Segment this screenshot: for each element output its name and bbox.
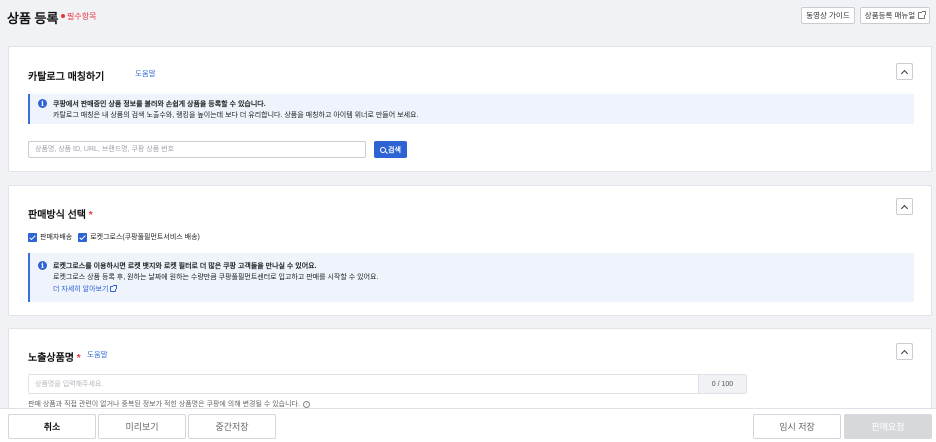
display-name-field: 0 / 100: [28, 374, 747, 394]
page-header: 상품 등록 필수항목 동영상 가이드 상품등록 매뉴얼: [0, 0, 936, 32]
chevron-up-icon: [900, 69, 909, 77]
info-headline: 쿠팡에서 판매중인 상품 정보를 불러와 손쉽게 상품을 등록할 수 있습니다.: [53, 101, 266, 108]
option-rocket-growth[interactable]: 로켓그로스(쿠팡풀필먼트서비스 배송): [78, 232, 200, 242]
learn-more-link[interactable]: 더 자세히 알아보기: [53, 284, 118, 294]
cancel-button[interactable]: 취소: [8, 414, 96, 439]
manual-button[interactable]: 상품등록 매뉴얼: [860, 7, 930, 24]
section-title: 판매방식 선택 *: [28, 210, 93, 221]
required-mark: *: [76, 353, 81, 364]
info-text: 카탈로그 매칭은 내 상품의 검색 노출수와, 랭킹을 높이는데 보다 더 유리…: [53, 112, 419, 119]
info-box: i 쿠팡에서 판매중인 상품 정보를 불러와 손쉽게 상품을 등록할 수 있습니…: [28, 94, 914, 124]
temp-save-button[interactable]: 임시 저장: [753, 414, 841, 439]
collapse-button[interactable]: [896, 343, 913, 360]
info-icon: i: [38, 261, 47, 270]
preview-button[interactable]: 미리보기: [98, 414, 186, 439]
chevron-up-icon: [900, 204, 909, 212]
search-button[interactable]: 검색: [374, 141, 407, 158]
checkbox-checked-icon[interactable]: [78, 232, 88, 242]
catalog-search-input[interactable]: [28, 141, 366, 158]
info-box: i 로켓그로스를 이용하시면 로켓 뱃지와 로켓 필터로 더 많은 쿠팡 고객들…: [28, 253, 914, 302]
search-icon: [380, 146, 387, 153]
chevron-up-icon: [900, 349, 909, 357]
required-dot-icon: [61, 14, 65, 18]
sales-method-section: 판매방식 선택 * 판매자배송 로켓그로스(쿠팡풀필먼트서비스 배송) i 로켓…: [8, 185, 932, 316]
required-legend: 필수항목: [67, 12, 97, 21]
help-link[interactable]: 도움말: [135, 68, 156, 79]
display-name-input[interactable]: [29, 375, 693, 393]
question-icon[interactable]: ?: [302, 400, 310, 408]
external-link-icon: [918, 11, 927, 19]
section-title: 카탈로그 매칭하기: [28, 72, 105, 83]
info-text: 로켓그로스 상품 등록 후, 원하는 날짜에 원하는 수량만큼 쿠팡풀필먼트센터…: [53, 274, 379, 281]
info-headline: 로켓그로스를 이용하시면 로켓 뱃지와 로켓 필터로 더 많은 쿠팡 고객들을 …: [53, 263, 317, 270]
collapse-button[interactable]: [896, 63, 913, 80]
option-seller-delivery[interactable]: 판매자배송: [28, 232, 72, 242]
char-counter: 0 / 100: [698, 375, 746, 393]
page-title: 상품 등록: [7, 11, 59, 26]
help-link[interactable]: 도움말: [87, 349, 108, 360]
bottom-action-bar: 취소 미리보기 중간저장 임시 저장 판매요청: [0, 408, 936, 442]
collapse-button[interactable]: [896, 198, 913, 215]
video-guide-button[interactable]: 동영상 가이드: [801, 7, 855, 24]
checkbox-checked-icon[interactable]: [28, 232, 37, 242]
info-icon: i: [38, 99, 47, 108]
request-sale-button[interactable]: 판매요청: [844, 414, 932, 439]
section-title: 노출상품명 *: [28, 353, 81, 364]
required-mark: *: [88, 210, 93, 221]
catalog-matching-section: 카탈로그 매칭하기 도움말 i 쿠팡에서 판매중인 상품 정보를 불러와 손쉽게…: [8, 46, 932, 172]
external-link-icon: [110, 285, 118, 292]
intermediate-save-button[interactable]: 중간저장: [188, 414, 276, 439]
sales-method-options: 판매자배송 로켓그로스(쿠팡풀필먼트서비스 배송): [28, 232, 200, 242]
